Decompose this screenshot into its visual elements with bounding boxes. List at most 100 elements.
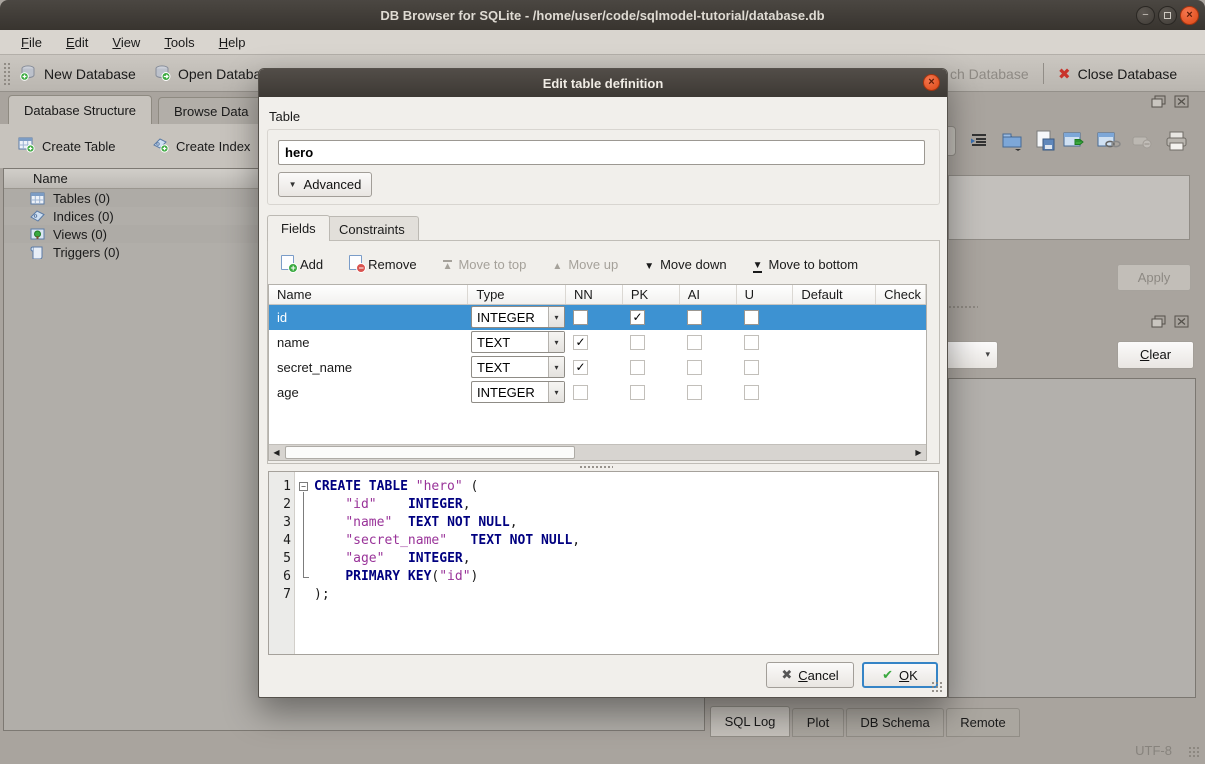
menu-view[interactable]: View: [101, 32, 151, 53]
checkbox-nn[interactable]: ✓: [573, 360, 588, 375]
action-label: Move to bottom: [768, 257, 858, 272]
line-number: 2: [269, 496, 291, 514]
splitter-handle[interactable]: [579, 465, 613, 470]
checkbox-u[interactable]: [744, 335, 759, 350]
fold-marker: [299, 532, 312, 550]
sql-token: "age": [345, 551, 384, 566]
menu-edit[interactable]: Edit: [55, 32, 99, 53]
move-up-button[interactable]: ▲Move up: [552, 257, 618, 272]
checkbox-ai[interactable]: [687, 310, 702, 325]
menu-tools[interactable]: Tools: [153, 32, 205, 53]
new-database-button[interactable]: New Database: [14, 60, 142, 87]
type-combobox[interactable]: INTEGER▾: [471, 306, 565, 328]
fold-collapse-icon[interactable]: −: [299, 482, 308, 491]
scrollbar-thumb[interactable]: [285, 446, 575, 459]
dialog-titlebar[interactable]: Edit table definition: [259, 69, 947, 97]
dialog-close-icon[interactable]: ×: [923, 74, 940, 91]
column-header-name[interactable]: Name: [269, 285, 468, 304]
tab-database-structure[interactable]: Database Structure: [8, 95, 152, 124]
splitter-handle[interactable]: [948, 305, 978, 310]
cancel-button[interactable]: ✖ Cancel: [766, 662, 854, 688]
clear-log-button[interactable]: Clear: [1117, 341, 1194, 369]
checkbox-ai[interactable]: [687, 385, 702, 400]
scroll-left-icon[interactable]: ◀: [269, 445, 284, 460]
advanced-button[interactable]: ▼ Advanced: [278, 172, 372, 197]
close-database-button[interactable]: ✖ Close Database: [1052, 60, 1183, 87]
type-combobox[interactable]: INTEGER▾: [471, 381, 565, 403]
create-index-button[interactable]: Create Index: [152, 132, 250, 160]
type-value: TEXT: [477, 357, 510, 378]
attach-database-button[interactable]: ch Database: [944, 60, 1035, 87]
field-row-id[interactable]: idINTEGER▾✓: [269, 305, 926, 330]
dialog-tab-constraints[interactable]: Constraints: [325, 216, 419, 241]
scroll-right-icon[interactable]: ▶: [911, 445, 926, 460]
add-button[interactable]: +Add: [281, 255, 323, 273]
tab-browse-data[interactable]: Browse Data: [158, 97, 264, 125]
dock-close-icon[interactable]: [1174, 315, 1190, 329]
tab-db-schema[interactable]: DB Schema: [846, 708, 944, 737]
format-sql-icon[interactable]: [966, 128, 992, 154]
checkbox-pk[interactable]: ✓: [630, 310, 645, 325]
type-combobox[interactable]: TEXT▾: [471, 331, 565, 353]
action-label: Move to top: [458, 257, 526, 272]
link-icon[interactable]: [1096, 128, 1122, 154]
column-header-u[interactable]: U: [737, 285, 794, 304]
column-header-ai[interactable]: AI: [680, 285, 737, 304]
checkbox-nn[interactable]: [573, 310, 588, 325]
column-header-pk[interactable]: PK: [623, 285, 680, 304]
print-icon[interactable]: [1164, 128, 1190, 154]
create-table-button[interactable]: Create Table: [18, 132, 115, 160]
move-to-bottom-button[interactable]: ▼Move to bottom: [753, 256, 859, 273]
tab-sql-log[interactable]: SQL Log: [710, 706, 790, 737]
checkbox-ai[interactable]: [687, 335, 702, 350]
menu-file[interactable]: File: [10, 32, 53, 53]
checkbox-pk[interactable]: [630, 335, 645, 350]
move-down-button[interactable]: ▼Move down: [644, 257, 726, 272]
window-resize-grip[interactable]: [1188, 746, 1200, 758]
move-to-top-button[interactable]: ▲Move to top: [443, 257, 527, 272]
tab-remote[interactable]: Remote: [946, 708, 1020, 737]
sql-line: 7);: [269, 586, 938, 604]
field-row-name[interactable]: nameTEXT▾✓: [269, 330, 926, 355]
execute-sql-icon[interactable]: [1062, 128, 1088, 154]
dialog-tab-fields[interactable]: Fields: [267, 215, 330, 241]
window-maximize-icon[interactable]: [1158, 6, 1177, 25]
window-minimize-icon[interactable]: −: [1136, 6, 1155, 25]
horizontal-scrollbar[interactable]: ◀ ▶: [269, 444, 926, 460]
checkbox-u[interactable]: [744, 310, 759, 325]
dock-float-icon[interactable]: [1151, 315, 1167, 329]
column-header-default[interactable]: Default: [793, 285, 876, 304]
sql-preview-editor[interactable]: 1−CREATE TABLE "hero" (2 "id" INTEGER,3 …: [268, 471, 939, 655]
checkbox-nn[interactable]: ✓: [573, 335, 588, 350]
apply-button[interactable]: Apply: [1117, 264, 1191, 291]
toolbar-grip[interactable]: [3, 62, 11, 85]
checkbox-u[interactable]: [744, 360, 759, 375]
column-header-type[interactable]: Type: [468, 285, 566, 304]
dock-float-icon[interactable]: [1151, 95, 1167, 109]
status-encoding: UTF-8: [1135, 743, 1172, 758]
tab-plot[interactable]: Plot: [792, 708, 844, 737]
save-sql-file-icon[interactable]: [1032, 128, 1058, 154]
edit-cell-box[interactable]: [948, 175, 1190, 240]
window-close-icon[interactable]: ×: [1180, 6, 1199, 25]
field-row-age[interactable]: ageINTEGER▾: [269, 380, 926, 405]
checkbox-u[interactable]: [744, 385, 759, 400]
ok-button[interactable]: ✔ OK: [862, 662, 938, 688]
type-combobox[interactable]: TEXT▾: [471, 356, 565, 378]
remove-button[interactable]: −Remove: [349, 255, 416, 273]
column-header-nn[interactable]: NN: [566, 285, 623, 304]
column-header-check[interactable]: Check: [876, 285, 926, 304]
checkbox-pk[interactable]: [630, 360, 645, 375]
sql-token: ,: [463, 551, 471, 566]
dialog-resize-grip[interactable]: [931, 681, 943, 693]
sql-log-area[interactable]: [948, 378, 1196, 698]
open-sql-file-icon[interactable]: [1000, 128, 1026, 154]
checkbox-pk[interactable]: [630, 385, 645, 400]
dock-close-icon[interactable]: [1174, 95, 1190, 109]
stop-icon-disabled[interactable]: [1130, 128, 1156, 154]
checkbox-ai[interactable]: [687, 360, 702, 375]
table-name-input[interactable]: [278, 140, 925, 165]
checkbox-nn[interactable]: [573, 385, 588, 400]
menu-help[interactable]: Help: [208, 32, 257, 53]
field-row-secret-name[interactable]: secret_nameTEXT▾✓: [269, 355, 926, 380]
